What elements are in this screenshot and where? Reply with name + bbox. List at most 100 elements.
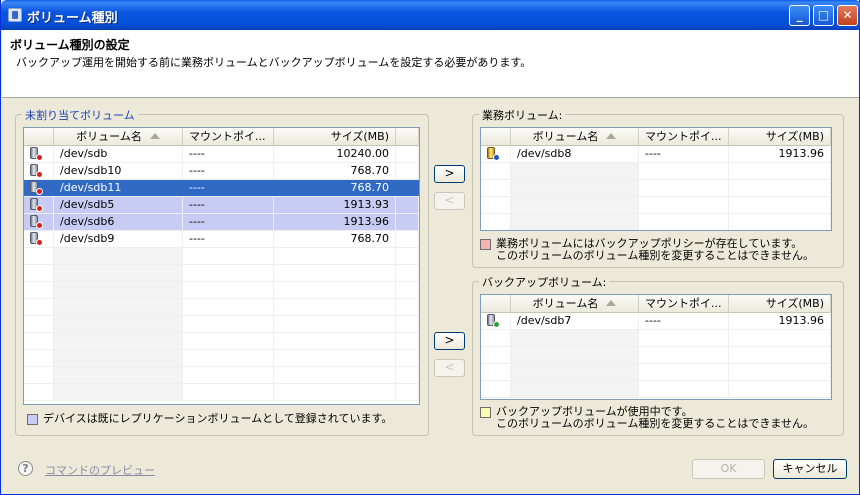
size-cell: [274, 248, 396, 264]
volume-icon: [486, 314, 500, 328]
column-header-mount-point[interactable]: マウントポイ...: [183, 128, 274, 146]
icon-cell: [481, 197, 511, 213]
empty-row: [481, 381, 831, 398]
column-header-mount-point[interactable]: マウントポイ...: [639, 128, 729, 146]
mount-point-cell: ----: [183, 180, 274, 196]
business-legend: 業務ボリュームにはバックアップポリシーが存在しています。 このボリュームのボリュ…: [480, 238, 814, 262]
filler-cell: [396, 384, 419, 400]
business-volumes-table[interactable]: ボリューム名 マウントポイ... サイズ(MB) /dev/sdb8 ---- 19…: [480, 127, 832, 231]
icon-cell: [24, 282, 54, 298]
close-button[interactable]: ✕: [837, 5, 858, 26]
backup-legend: バックアップボリュームが使用中です。 このボリュームのボリューム種別を変更するこ…: [480, 406, 814, 430]
volume-icon: [486, 147, 500, 161]
mount-point-cell: ----: [183, 197, 274, 213]
table-row[interactable]: /dev/sdb8 ---- 1913.96: [481, 146, 831, 163]
empty-row: [481, 197, 831, 214]
volume-name-cell: [511, 197, 639, 213]
mount-point-cell: ----: [183, 146, 274, 162]
size-cell: 1913.96: [729, 313, 831, 329]
filler-cell: [396, 163, 419, 179]
column-header-volume-name[interactable]: ボリューム名: [511, 128, 639, 146]
filler-cell: [396, 248, 419, 264]
table-header: ボリューム名 マウントポイ... サイズ(MB): [24, 128, 419, 146]
volume-name-cell: [54, 384, 183, 400]
volume-name-cell: [511, 163, 639, 179]
mount-point-cell: [639, 163, 729, 179]
icon-cell: [24, 180, 54, 196]
size-cell: 1913.96: [729, 146, 831, 162]
empty-row: [24, 299, 419, 316]
icon-cell: [24, 146, 54, 162]
cancel-button[interactable]: キャンセル: [773, 459, 847, 479]
filler-cell: [396, 367, 419, 383]
mount-point-cell: ----: [183, 163, 274, 179]
size-cell: 768.70: [274, 163, 396, 179]
icon-cell: [481, 381, 511, 397]
empty-row: [24, 248, 419, 265]
icon-cell: [481, 214, 511, 230]
size-cell: 768.70: [274, 180, 396, 196]
column-header-size[interactable]: サイズ(MB): [274, 128, 396, 146]
replication-swatch: [27, 414, 38, 425]
size-cell: [729, 197, 831, 213]
icon-cell: [481, 364, 511, 380]
volume-name-cell: /dev/sdb7: [511, 313, 639, 329]
icon-cell: [481, 330, 511, 346]
size-cell: 1913.93: [274, 197, 396, 213]
empty-row: [481, 180, 831, 197]
title-bar[interactable]: ボリューム種別 _ □ ✕: [1, 0, 860, 30]
column-header-size[interactable]: サイズ(MB): [729, 295, 831, 313]
size-cell: 10240.00: [274, 146, 396, 162]
table-row[interactable]: /dev/sdb5 ---- 1913.93: [24, 197, 419, 214]
mount-point-cell: [639, 180, 729, 196]
mount-point-cell: [183, 265, 274, 281]
filler-cell: [396, 231, 419, 247]
move-from-business-button[interactable]: <: [434, 192, 465, 210]
empty-row: [481, 163, 831, 180]
table-row[interactable]: /dev/sdb ---- 10240.00: [24, 146, 419, 163]
icon-column-header: [24, 128, 54, 146]
ok-button[interactable]: OK: [692, 459, 765, 479]
table-row[interactable]: /dev/sdb11 ---- 768.70: [24, 180, 419, 197]
help-icon[interactable]: ?: [18, 461, 33, 476]
icon-cell: [24, 265, 54, 281]
icon-cell: [24, 163, 54, 179]
move-to-business-button[interactable]: >: [434, 165, 465, 183]
business-volumes-label: 業務ボリューム:: [479, 107, 566, 123]
command-preview-link[interactable]: コマンドのプレビュー: [45, 462, 155, 478]
column-header-volume-name[interactable]: ボリューム名: [54, 128, 183, 146]
table-row[interactable]: /dev/sdb9 ---- 768.70: [24, 231, 419, 248]
unassigned-volumes-table[interactable]: ボリューム名 マウントポイ... サイズ(MB) /dev/sdb ---- 102…: [23, 127, 420, 405]
empty-row: [481, 330, 831, 347]
window-title: ボリューム種別: [27, 11, 118, 26]
table-body: /dev/sdb7 ---- 1913.96: [481, 313, 831, 399]
mount-point-cell: [183, 367, 274, 383]
replication-legend: デバイスは既にレプリケーションボリュームとして登録されています。: [27, 413, 392, 425]
table-row[interactable]: /dev/sdb7 ---- 1913.96: [481, 313, 831, 330]
column-header-volume-name[interactable]: ボリューム名: [511, 295, 639, 313]
empty-row: [24, 350, 419, 367]
column-header-size[interactable]: サイズ(MB): [729, 128, 831, 146]
volume-icon: [29, 181, 43, 195]
column-header-mount-point[interactable]: マウントポイ...: [639, 295, 729, 313]
table-row[interactable]: /dev/sdb10 ---- 768.70: [24, 163, 419, 180]
volume-icon: [29, 164, 43, 178]
backup-volumes-table[interactable]: ボリューム名 マウントポイ... サイズ(MB) /dev/sdb7 ---- 19…: [480, 294, 832, 400]
mount-point-cell: [183, 384, 274, 400]
empty-row: [481, 347, 831, 364]
maximize-button[interactable]: □: [813, 5, 834, 26]
volume-name-cell: [54, 248, 183, 264]
icon-cell: [24, 214, 54, 230]
icon-cell: [24, 350, 54, 366]
volume-name-cell: [54, 265, 183, 281]
sort-ascending-icon: [606, 133, 617, 139]
table-row[interactable]: /dev/sdb6 ---- 1913.96: [24, 214, 419, 231]
size-cell: [274, 333, 396, 349]
table-header: ボリューム名 マウントポイ... サイズ(MB): [481, 295, 831, 313]
volume-name-cell: /dev/sdb8: [511, 146, 639, 162]
size-cell: [274, 316, 396, 332]
filler-cell: [396, 180, 419, 196]
minimize-button[interactable]: _: [789, 5, 810, 26]
move-to-backup-button[interactable]: >: [434, 332, 465, 350]
move-from-backup-button[interactable]: <: [434, 359, 465, 377]
